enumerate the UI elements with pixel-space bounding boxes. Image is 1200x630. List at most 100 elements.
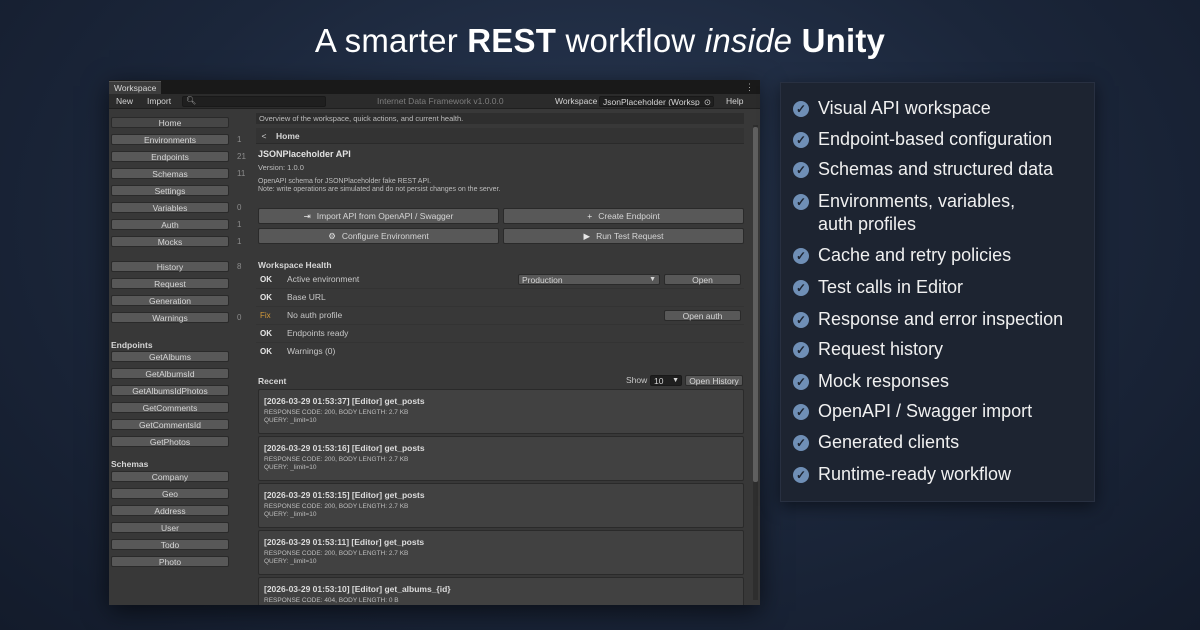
health-status: OK bbox=[260, 329, 272, 338]
breadcrumb: < Home bbox=[256, 128, 744, 144]
sidebar-count: 11 bbox=[237, 169, 246, 178]
sidebar-item-request[interactable]: Request bbox=[111, 278, 229, 289]
check-icon: ✓ bbox=[793, 467, 809, 483]
recent-item-title: [2026-03-29 01:53:11] [Editor] get_posts bbox=[264, 537, 425, 547]
headline: A smarter REST workflow inside Unity bbox=[314, 22, 886, 59]
health-row: OK Endpoints ready bbox=[256, 325, 744, 343]
check-icon: ✓ bbox=[793, 194, 809, 210]
import-button[interactable]: Import bbox=[142, 94, 176, 109]
recent-item[interactable]: [2026-03-29 01:53:10] [Editor] get_album… bbox=[258, 577, 744, 605]
schema-item[interactable]: User bbox=[111, 522, 229, 533]
sidebar-item-home[interactable]: Home bbox=[111, 117, 229, 128]
kebab-menu-icon[interactable]: ⋮ bbox=[745, 80, 754, 94]
import-icon: ⇥ bbox=[303, 211, 311, 221]
target-icon[interactable]: ⊙ bbox=[704, 97, 711, 106]
open-history-button[interactable]: Open History bbox=[685, 375, 743, 386]
show-count-select[interactable]: 10 ▼ bbox=[650, 375, 682, 386]
overview-text: Overview of the workspace, quick actions… bbox=[256, 113, 744, 124]
sidebar-item-generation[interactable]: Generation bbox=[111, 295, 229, 306]
sidebar-item-variables[interactable]: Variables bbox=[111, 202, 229, 213]
health-status: OK bbox=[260, 275, 272, 284]
health-row: OK Active environment Production ▼ Open bbox=[256, 271, 744, 289]
workspace-health-title: Workspace Health bbox=[258, 260, 332, 270]
show-label: Show bbox=[626, 375, 648, 385]
health-label: Base URL bbox=[287, 292, 326, 302]
recent-item-response: RESPONSE CODE: 200, BODY LENGTH: 2.7 KB bbox=[264, 503, 409, 510]
recent-item-query: QUERY: _limit=10 bbox=[264, 558, 317, 565]
check-icon: ✓ bbox=[793, 312, 809, 328]
schema-item[interactable]: Company bbox=[111, 471, 229, 482]
sidebar: Home Environments 1 Endpoints 21 Schemas… bbox=[109, 110, 254, 605]
recent-title: Recent bbox=[258, 376, 287, 386]
api-description: OpenAPI schema for JSONPlaceholder fake … bbox=[258, 178, 500, 194]
sidebar-item-history[interactable]: History bbox=[111, 261, 229, 272]
endpoint-item[interactable]: GetComments bbox=[111, 402, 229, 413]
workspace-label: Workspace bbox=[555, 96, 598, 106]
recent-item-title: [2026-03-29 01:53:16] [Editor] get_posts bbox=[264, 443, 425, 453]
new-button[interactable]: New bbox=[111, 94, 138, 109]
back-button[interactable]: < bbox=[258, 128, 270, 144]
sidebar-item-settings[interactable]: Settings bbox=[111, 185, 229, 196]
run-test-request-button[interactable]: ▶ Run Test Request bbox=[503, 228, 744, 244]
sidebar-item-auth[interactable]: Auth bbox=[111, 219, 229, 230]
schema-item[interactable]: Address bbox=[111, 505, 229, 516]
recent-item-response: RESPONSE CODE: 200, BODY LENGTH: 2.7 KB bbox=[264, 456, 409, 463]
endpoint-item[interactable]: GetAlbumsId bbox=[111, 368, 229, 379]
sidebar-item-mocks[interactable]: Mocks bbox=[111, 236, 229, 247]
health-row: OK Base URL bbox=[256, 289, 744, 307]
gear-icon: ⚙ bbox=[328, 231, 336, 241]
open-auth-button[interactable]: Open auth bbox=[664, 310, 741, 321]
import-openapi-button[interactable]: ⇥ Import API from OpenAPI / Swagger bbox=[258, 208, 499, 224]
recent-item-query: QUERY: _limit=10 bbox=[264, 417, 317, 424]
endpoint-item[interactable]: GetAlbums bbox=[111, 351, 229, 362]
health-row: Fix No auth profile Open auth bbox=[256, 307, 744, 325]
sidebar-count: 0 bbox=[237, 313, 242, 322]
environment-dropdown[interactable]: Production ▼ bbox=[518, 274, 660, 285]
sidebar-item-schemas[interactable]: Schemas bbox=[111, 168, 229, 179]
open-environment-button[interactable]: Open bbox=[664, 274, 741, 285]
chevron-down-icon: ▼ bbox=[672, 377, 679, 384]
recent-item-query: QUERY: _limit=10 bbox=[264, 511, 317, 518]
workspace-field[interactable]: JsonPlaceholder (Worksp ⊙ bbox=[599, 96, 714, 107]
check-icon: ✓ bbox=[793, 404, 809, 420]
recent-item[interactable]: [2026-03-29 01:53:16] [Editor] get_posts… bbox=[258, 436, 744, 481]
check-icon: ✓ bbox=[793, 374, 809, 390]
recent-item[interactable]: [2026-03-29 01:53:15] [Editor] get_posts… bbox=[258, 483, 744, 528]
search-input[interactable]: 🔍︎ bbox=[182, 96, 326, 107]
recent-item-title: [2026-03-29 01:53:15] [Editor] get_posts bbox=[264, 490, 425, 500]
chevron-down-icon: ▼ bbox=[649, 276, 656, 283]
api-title: JSONPlaceholder API bbox=[258, 149, 351, 159]
help-button[interactable]: Help bbox=[726, 94, 743, 109]
health-status: Fix bbox=[260, 311, 271, 320]
sidebar-item-warnings[interactable]: Warnings bbox=[111, 312, 229, 323]
recent-item[interactable]: [2026-03-29 01:53:11] [Editor] get_posts… bbox=[258, 530, 744, 575]
health-status: OK bbox=[260, 347, 272, 356]
check-icon: ✓ bbox=[793, 162, 809, 178]
endpoints-heading: Endpoints bbox=[111, 340, 153, 350]
check-icon: ✓ bbox=[793, 435, 809, 451]
recent-item-title: [2026-03-29 01:53:10] [Editor] get_album… bbox=[264, 584, 451, 594]
endpoint-item[interactable]: GetAlbumsIdPhotos bbox=[111, 385, 229, 396]
configure-environment-button[interactable]: ⚙ Configure Environment bbox=[258, 228, 499, 244]
sidebar-item-endpoints[interactable]: Endpoints bbox=[111, 151, 229, 162]
check-icon: ✓ bbox=[793, 248, 809, 264]
health-label: Warnings (0) bbox=[287, 346, 336, 356]
endpoint-item[interactable]: GetCommentsId bbox=[111, 419, 229, 430]
health-status: OK bbox=[260, 293, 272, 302]
schema-item[interactable]: Todo bbox=[111, 539, 229, 550]
sidebar-count: 1 bbox=[237, 237, 242, 246]
tab-workspace[interactable]: Workspace bbox=[109, 81, 162, 94]
schema-item[interactable]: Geo bbox=[111, 488, 229, 499]
create-endpoint-button[interactable]: + Create Endpoint bbox=[503, 208, 744, 224]
scrollbar-thumb[interactable] bbox=[753, 127, 758, 482]
endpoint-item[interactable]: GetPhotos bbox=[111, 436, 229, 447]
toolbar: New Import 🔍︎ Internet Data Framework v1… bbox=[109, 94, 760, 109]
health-label: No auth profile bbox=[287, 310, 343, 320]
api-description-line: OpenAPI schema for JSONPlaceholder fake … bbox=[258, 178, 432, 185]
plus-icon: + bbox=[587, 211, 593, 221]
schema-item[interactable]: Photo bbox=[111, 556, 229, 567]
sidebar-item-environments[interactable]: Environments bbox=[111, 134, 229, 145]
sidebar-count: 0 bbox=[237, 203, 242, 212]
recent-item[interactable]: [2026-03-29 01:53:37] [Editor] get_posts… bbox=[258, 389, 744, 434]
breadcrumb-title: Home bbox=[276, 131, 300, 141]
